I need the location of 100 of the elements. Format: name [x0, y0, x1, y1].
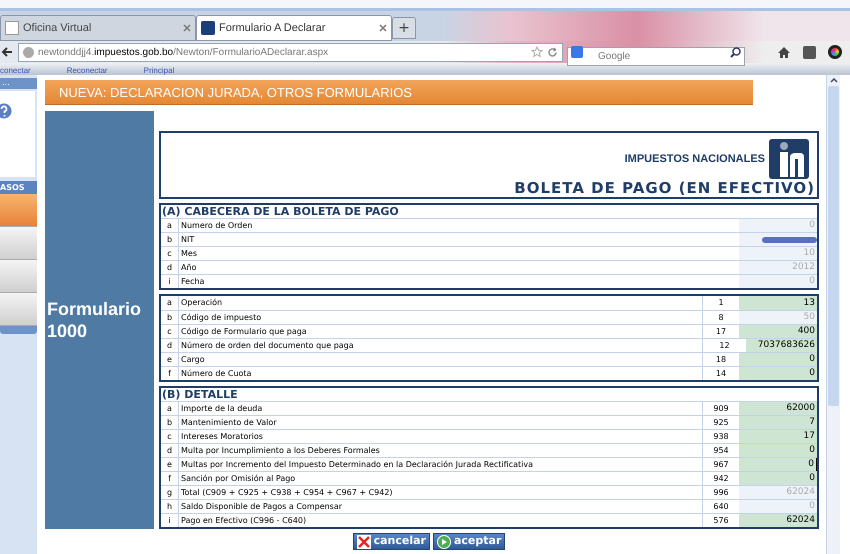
redaction-mark: [762, 236, 817, 242]
value-field[interactable]: 0: [739, 458, 817, 471]
row-label: Número de Cuota: [180, 368, 252, 380]
row-label: Mantenimiento de Valor: [180, 417, 278, 429]
bookmarks-icon[interactable]: [803, 46, 816, 58]
play-icon: [436, 534, 451, 548]
tab-title: Oficina Virtual: [23, 20, 92, 36]
new-tab-button[interactable]: +: [392, 17, 416, 39]
row-label: Mes: [180, 248, 198, 260]
value-field[interactable]: 0: [739, 353, 817, 366]
sidebar-item[interactable]: [0, 260, 37, 293]
row-letter: d: [161, 339, 179, 352]
value-field[interactable]: 0: [739, 367, 817, 380]
row-label: Total (C909 + C925 + C938 + C954 + C967 + C942): [180, 487, 394, 499]
agency-logo: [769, 139, 809, 179]
row-letter: b: [161, 233, 179, 246]
help-icon[interactable]: [0, 103, 12, 119]
row-letter: a: [161, 219, 179, 232]
value-field[interactable]: 17: [739, 430, 817, 443]
value-field[interactable]: 0: [739, 444, 817, 457]
search-field[interactable]: Google: [567, 46, 745, 66]
value-field: 10: [739, 247, 817, 260]
row-letter: e: [161, 458, 179, 471]
back-icon[interactable]: [0, 45, 14, 59]
row-label: Pago en Efectivo (C996 - C640): [180, 515, 308, 527]
sidebar-item[interactable]: [0, 227, 37, 260]
form-title: BOLETA DE PAGO (EN EFECTIVO): [514, 179, 815, 197]
page-icon: [5, 21, 19, 35]
sidebar-footer: [0, 326, 37, 334]
row-letter: b: [161, 311, 179, 324]
row-label: Saldo Disponible de Pagos a Compensar: [180, 501, 344, 513]
address-field[interactable]: newtonddjj4.impuestos.gob.bo/Newton/FormularioADeclarar.aspx: [18, 42, 563, 62]
row-letter: a: [161, 296, 179, 310]
cancel-button[interactable]: cancelar: [352, 533, 430, 550]
row-label: Numero de Orden: [180, 220, 254, 232]
row-label: Código de impuesto: [180, 312, 262, 324]
browser-tab[interactable]: Oficina Virtual: [0, 15, 196, 41]
close-icon[interactable]: [379, 24, 387, 32]
row-label: Intereses Moratorios: [180, 431, 264, 443]
row-letter: d: [161, 261, 179, 274]
scroll-up-icon[interactable]: [830, 78, 838, 83]
top-link[interactable]: conectar: [0, 66, 31, 75]
tab-title: Formulario A Declarar: [219, 20, 326, 36]
value-field[interactable]: 62000: [739, 402, 817, 415]
row-label: NIT: [180, 234, 196, 246]
value-field: 0: [739, 275, 817, 288]
reload-icon[interactable]: [547, 46, 558, 58]
row-label: Año: [180, 262, 198, 274]
sidebar-item[interactable]: [0, 293, 37, 326]
value-field[interactable]: 0: [739, 472, 817, 485]
row-label: Importe de la deuda: [180, 403, 264, 415]
color-wheel-icon[interactable]: [828, 45, 842, 59]
row-letter: f: [161, 472, 179, 485]
value-field: 62024: [739, 486, 817, 499]
close-icon[interactable]: [183, 24, 191, 32]
row-letter: d: [161, 444, 179, 457]
home-icon[interactable]: [777, 46, 791, 58]
star-icon[interactable]: [531, 46, 543, 58]
sidebar-section-title: ASOS: [0, 181, 37, 194]
row-letter: c: [161, 325, 179, 338]
value-field[interactable]: 62024: [739, 514, 817, 527]
row-letter: h: [161, 500, 179, 513]
row-label: Sanción por Omisión al Pago: [180, 473, 296, 485]
value-field[interactable]: 400: [739, 325, 817, 338]
row-letter: f: [161, 367, 179, 380]
value-field: 50: [739, 311, 817, 324]
row-letter: g: [161, 486, 179, 499]
value-field: 0: [739, 219, 817, 232]
scrollbar[interactable]: [826, 75, 840, 554]
value-field[interactable]: 13: [739, 296, 817, 310]
page-title: NUEVA: DECLARACION JURADA, OTROS FORMULARIOS: [45, 80, 753, 105]
search-engine-icon[interactable]: [571, 46, 583, 58]
row-label: Fecha: [180, 276, 206, 288]
row-letter: i: [161, 514, 179, 527]
row-letter: e: [161, 353, 179, 366]
value-field: 2012: [739, 261, 817, 274]
section-title: (B) DETALLE: [161, 388, 239, 401]
cross-icon: [356, 534, 371, 548]
search-icon[interactable]: [730, 46, 741, 58]
url-text: newtonddjj4.impuestos.gob.bo/Newton/FormularioADeclarar.aspx: [38, 46, 330, 60]
browser-tab[interactable]: Formulario A Declarar: [196, 15, 392, 41]
row-letter: i: [161, 275, 179, 288]
row-label: Código de Formulario que paga: [180, 326, 308, 338]
form-name: Formulario 1000: [47, 298, 142, 342]
page-icon: [201, 21, 215, 35]
row-letter: c: [161, 247, 179, 260]
section-title: (A) CABECERA DE LA BOLETA DE PAGO: [161, 205, 400, 218]
row-label: Multas por Incremento del Impuesto Determinado en la Declaración Jurada Rectificativa: [180, 459, 534, 471]
top-link[interactable]: Reconectar: [66, 66, 108, 75]
row-label: Cargo: [180, 354, 206, 366]
top-link[interactable]: Principal: [144, 66, 174, 75]
sidebar-header: ...: [0, 78, 37, 89]
globe-icon: [23, 46, 34, 58]
row-letter: b: [161, 416, 179, 429]
value-field[interactable]: 7: [739, 416, 817, 429]
agency-name: IMPUESTOS NACIONALES: [624, 152, 765, 167]
row-label: Multa por Incumplimiento a los Deberes Formales: [180, 445, 381, 457]
value-field[interactable]: 7037683626: [746, 339, 817, 352]
row-label: Número de orden del documento que paga: [180, 340, 355, 352]
accept-button[interactable]: aceptar: [432, 533, 506, 550]
